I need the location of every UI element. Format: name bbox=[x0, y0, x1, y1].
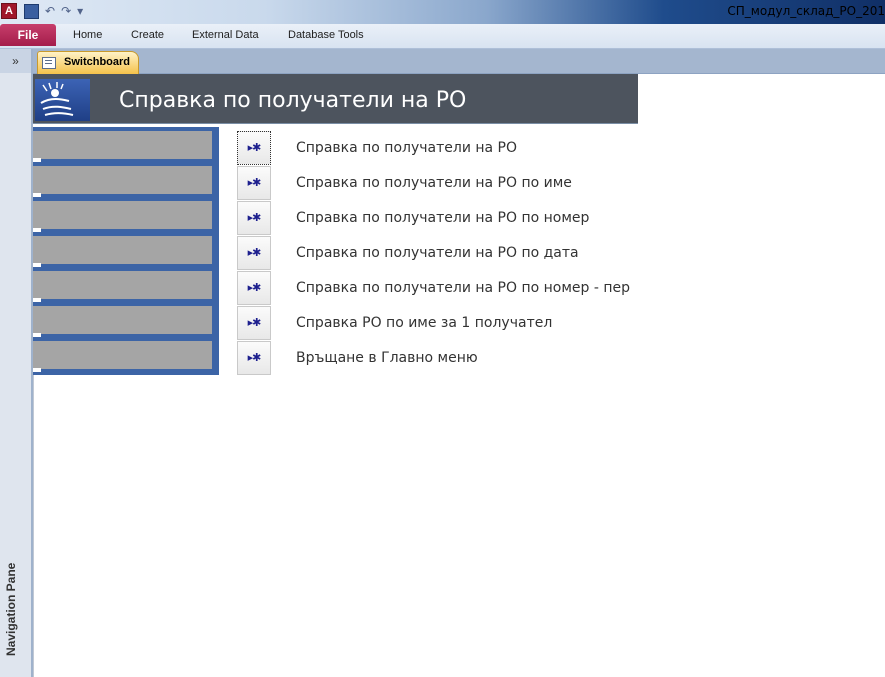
decor-bar bbox=[33, 131, 212, 162]
switchboard-item-label[interactable]: Справка по получатели на РО по дата bbox=[296, 245, 631, 261]
tab-home[interactable]: Home bbox=[73, 29, 102, 41]
window-title: СП_модул_склад_РО_201 bbox=[727, 4, 885, 18]
navigation-pane: » Navigation Pane bbox=[0, 49, 33, 677]
switchboard-item-button[interactable]: ▸✱ bbox=[237, 131, 271, 165]
switchboard-item: ▸✱ Справка по получатели на РО bbox=[237, 131, 637, 166]
tab-create[interactable]: Create bbox=[131, 29, 164, 41]
redo-icon[interactable]: ↷ bbox=[61, 4, 71, 18]
switchboard-item-label[interactable]: Справка по получатели на РО по име bbox=[296, 175, 631, 191]
switchboard-item: ▸✱ Справка по получатели на РО по номер bbox=[237, 201, 637, 236]
decor-bar bbox=[33, 341, 212, 372]
switchboard-item: ▸✱ Справка по получатели на РО по име bbox=[237, 166, 637, 201]
ribbon-tabs: File Home Create External Data Database … bbox=[0, 24, 885, 49]
tab-switchboard-label: Switchboard bbox=[64, 56, 131, 68]
switchboard-item: ▸✱ Справка РО по име за 1 получател bbox=[237, 306, 637, 341]
decor-bar bbox=[33, 236, 212, 267]
document-tab-strip: Switchboard bbox=[33, 49, 885, 74]
switchboard-item-label[interactable]: Справка по получатели на РО по номер bbox=[296, 210, 631, 226]
switchboard-item: ▸✱ Връщане в Главно меню bbox=[237, 341, 637, 376]
tab-external-data[interactable]: External Data bbox=[192, 29, 259, 41]
switchboard-item-label[interactable]: Справка РО по име за 1 получател bbox=[296, 315, 631, 331]
switchboard-item-label[interactable]: Връщане в Главно меню bbox=[296, 350, 631, 366]
switchboard-item-button[interactable]: ▸✱ bbox=[237, 201, 271, 235]
switchboard-item-button[interactable]: ▸✱ bbox=[237, 236, 271, 270]
tab-switchboard[interactable]: Switchboard bbox=[37, 51, 139, 74]
switchboard-item: ▸✱ Справка по получатели на РО по номер … bbox=[237, 271, 637, 306]
left-decor-panel bbox=[33, 127, 219, 375]
tab-database-tools[interactable]: Database Tools bbox=[288, 29, 364, 41]
title-bar: A ↶ ↷ ▾ СП_модул_склад_РО_201 bbox=[0, 0, 885, 24]
switchboard-item-button[interactable]: ▸✱ bbox=[237, 306, 271, 340]
undo-icon[interactable]: ↶ bbox=[45, 4, 55, 18]
decor-bar bbox=[33, 166, 212, 197]
switchboard-item-button[interactable]: ▸✱ bbox=[237, 341, 271, 375]
access-app-icon[interactable]: A bbox=[1, 3, 17, 19]
switchboard-item-button[interactable]: ▸✱ bbox=[237, 271, 271, 305]
switchboard-item-label[interactable]: Справка по получатели на РО bbox=[296, 140, 631, 156]
logo bbox=[35, 79, 90, 121]
decor-bar bbox=[33, 306, 212, 337]
nav-pane-toggle[interactable]: » bbox=[0, 49, 31, 73]
form-header: Справка по получатели на РО bbox=[33, 74, 638, 124]
form-icon bbox=[42, 57, 56, 69]
quick-access-toolbar: ↶ ↷ ▾ bbox=[24, 2, 83, 20]
file-tab[interactable]: File bbox=[0, 24, 56, 46]
switchboard-item-button[interactable]: ▸✱ bbox=[237, 166, 271, 200]
navigation-pane-label[interactable]: Navigation Pane bbox=[4, 549, 28, 669]
customize-icon[interactable]: ▾ bbox=[77, 4, 83, 18]
page-title: Справка по получатели на РО bbox=[119, 88, 467, 113]
switchboard-item: ▸✱ Справка по получатели на РО по дата bbox=[237, 236, 637, 271]
save-icon[interactable] bbox=[24, 3, 39, 19]
decor-bar bbox=[33, 201, 212, 232]
switchboard-item-label[interactable]: Справка по получатели на РО по номер - п… bbox=[296, 280, 631, 296]
decor-bar bbox=[33, 271, 212, 302]
